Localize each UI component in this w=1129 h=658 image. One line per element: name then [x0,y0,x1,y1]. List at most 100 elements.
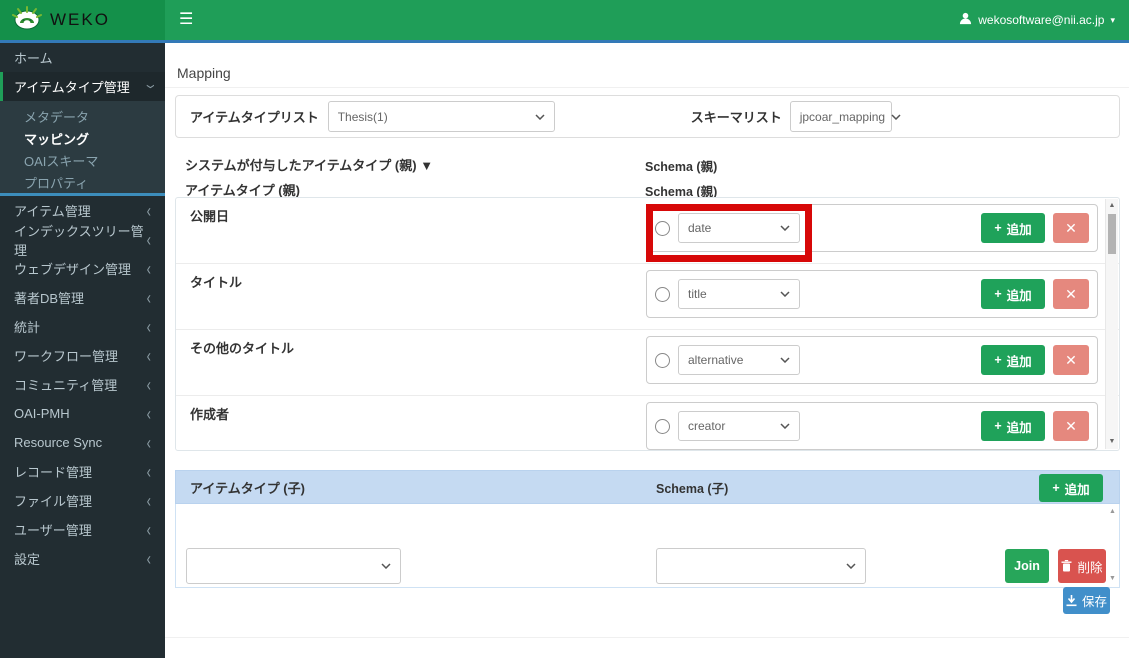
sidebar-nav: ホーム アイテムタイプ管理 ‹ メタデータ マッピング OAIスキーマ プロパテ… [0,43,165,658]
sidebar-item-workflow-management[interactable]: ワークフロー管理‹ [0,341,165,370]
chevron-left-icon: ‹ [147,490,151,511]
top-bar: WEKO ☰ wekosoftware@nii.ac.jp ▾ [0,0,1129,40]
main-content: Mapping アイテムタイプリスト Thesis(1) スキーマリスト jpc… [165,43,1129,658]
sidebar-item-index-tree-management[interactable]: インデックスツリー管理‹ [0,225,165,254]
trash-icon [1061,560,1072,572]
chevron-left-icon: ‹ [147,519,151,540]
schema-radio[interactable] [655,353,670,368]
chevron-left-icon: ‹ [147,461,151,482]
scroll-down-icon[interactable]: ▼ [1108,573,1117,585]
row-label: 作成者 [190,404,229,423]
child-mapping-row: Join 削除 [176,548,1119,584]
plus-icon: + [994,221,1001,235]
sidebar-item-oai-pmh[interactable]: OAI-PMH‹ [0,399,165,428]
scroll-up-icon[interactable]: ▲ [1106,200,1118,212]
plus-icon: + [1052,481,1059,495]
chevron-down-icon [891,114,901,120]
mapping-row-alternative-title: その他のタイトル alternative +追加 ✕ [176,330,1119,396]
child-mapping-list: Join 削除 ▲ ▼ [175,504,1120,588]
add-mapping-button[interactable]: +追加 [981,279,1045,309]
sidebar-item-record-management[interactable]: レコード管理‹ [0,457,165,486]
item-type-list-select[interactable]: Thesis(1) [328,101,555,132]
plus-icon: + [994,419,1001,433]
add-child-mapping-button[interactable]: +追加 [1039,474,1103,502]
sidebar-subitem-metadata[interactable]: メタデータ [0,103,165,125]
user-account-menu[interactable]: wekosoftware@nii.ac.jp ▾ [959,12,1115,28]
chevron-left-icon: ‹ [147,345,151,366]
user-caret-down-icon: ▾ [1110,15,1115,26]
schema-mapping-box: creator +追加 ✕ [646,402,1098,450]
add-mapping-button[interactable]: +追加 [981,213,1045,243]
remove-mapping-button[interactable]: ✕ [1053,345,1089,375]
system-item-type-header[interactable]: システムが付与したアイテムタイプ (親) ▼ [185,155,433,174]
scrollbar-thumb[interactable] [1108,214,1116,254]
close-icon: ✕ [1065,352,1077,369]
child-section-header: アイテムタイプ (子) Schema (子) +追加 [175,470,1120,504]
sidebar-item-statistics[interactable]: 統計‹ [0,312,165,341]
parent-list-scrollbar[interactable]: ▲ ▼ [1105,199,1118,449]
scroll-up-icon[interactable]: ▲ [1108,506,1117,518]
close-icon: ✕ [1065,418,1077,435]
user-email: wekosoftware@nii.ac.jp [978,13,1104,27]
add-mapping-button[interactable]: +追加 [981,411,1045,441]
chevron-left-icon: ‹ [147,316,151,337]
schema-select[interactable]: creator [678,411,800,441]
schema-select[interactable]: title [678,279,800,309]
plus-icon: + [994,353,1001,367]
sidebar-item-settings[interactable]: 設定‹ [0,544,165,573]
schema-list-label: スキーマリスト [691,107,782,126]
remove-mapping-button[interactable]: ✕ [1053,279,1089,309]
child-list-scrollbar[interactable]: ▲ ▼ [1108,506,1117,585]
schema-radio[interactable] [655,419,670,434]
add-mapping-button[interactable]: +追加 [981,345,1045,375]
chevron-down-icon [381,563,391,569]
sidebar-item-community-management[interactable]: コミュニティ管理‹ [0,370,165,399]
sidebar-item-file-management[interactable]: ファイル管理‹ [0,486,165,515]
schema-parent-header-top: Schema (親) [645,156,717,175]
child-item-type-select[interactable] [186,548,401,584]
scroll-down-icon[interactable]: ▼ [1106,436,1118,448]
schema-radio[interactable] [655,221,670,236]
mapping-row-publish-date: 公開日 date +追加 ✕ [176,198,1119,264]
chevron-down-icon [535,114,545,120]
child-schema-select[interactable] [656,548,866,584]
sidebar-item-resource-sync[interactable]: Resource Sync‹ [0,428,165,457]
schema-select[interactable]: date [678,213,800,243]
content-footer-divider [165,637,1129,638]
schema-mapping-box: title +追加 ✕ [646,270,1098,318]
sidebar-item-home[interactable]: ホーム [0,43,165,72]
schema-mapping-box: date +追加 ✕ [646,204,1098,252]
delete-button[interactable]: 削除 [1058,549,1106,583]
schema-select[interactable]: alternative [678,345,800,375]
brand-logo[interactable]: WEKO [0,0,165,40]
sidebar-item-user-management[interactable]: ユーザー管理‹ [0,515,165,544]
row-label: タイトル [190,272,242,291]
chevron-down-icon [780,225,790,231]
close-icon: ✕ [1065,220,1077,237]
page-title: Mapping [165,43,1129,88]
save-button[interactable]: 保存 [1063,587,1110,614]
mapping-row-title: タイトル title +追加 ✕ [176,264,1119,330]
sidebar-item-item-type-management[interactable]: アイテムタイプ管理 ‹ [0,72,165,101]
sidebar-item-author-db-management[interactable]: 著者DB管理‹ [0,283,165,312]
item-type-list-label: アイテムタイプリスト [190,107,319,126]
schema-child-header: Schema (子) [656,478,728,497]
weko-logo-icon [12,6,42,35]
remove-mapping-button[interactable]: ✕ [1053,213,1089,243]
mapping-selector-panel: アイテムタイプリスト Thesis(1) スキーマリスト jpcoar_mapp… [175,95,1120,138]
remove-mapping-button[interactable]: ✕ [1053,411,1089,441]
navbar: ☰ wekosoftware@nii.ac.jp ▾ [165,0,1129,40]
chevron-left-icon: ‹ [147,258,151,279]
sidebar-subitem-property[interactable]: プロパティ [0,169,165,191]
schema-mapping-box: alternative +追加 ✕ [646,336,1098,384]
sidebar-subitem-oai-schema[interactable]: OAIスキーマ [0,147,165,169]
chevron-left-icon: ‹ [147,287,151,308]
plus-icon: + [994,287,1001,301]
sidebar-toggle-hamburger-icon[interactable]: ☰ [179,12,193,28]
chevron-down-icon [780,423,790,429]
sidebar-subitem-mapping[interactable]: マッピング [0,125,165,147]
schema-list-select[interactable]: jpcoar_mapping [790,101,892,132]
schema-radio[interactable] [655,287,670,302]
chevron-left-icon: ‹ [147,432,151,453]
join-button[interactable]: Join [1005,549,1049,583]
